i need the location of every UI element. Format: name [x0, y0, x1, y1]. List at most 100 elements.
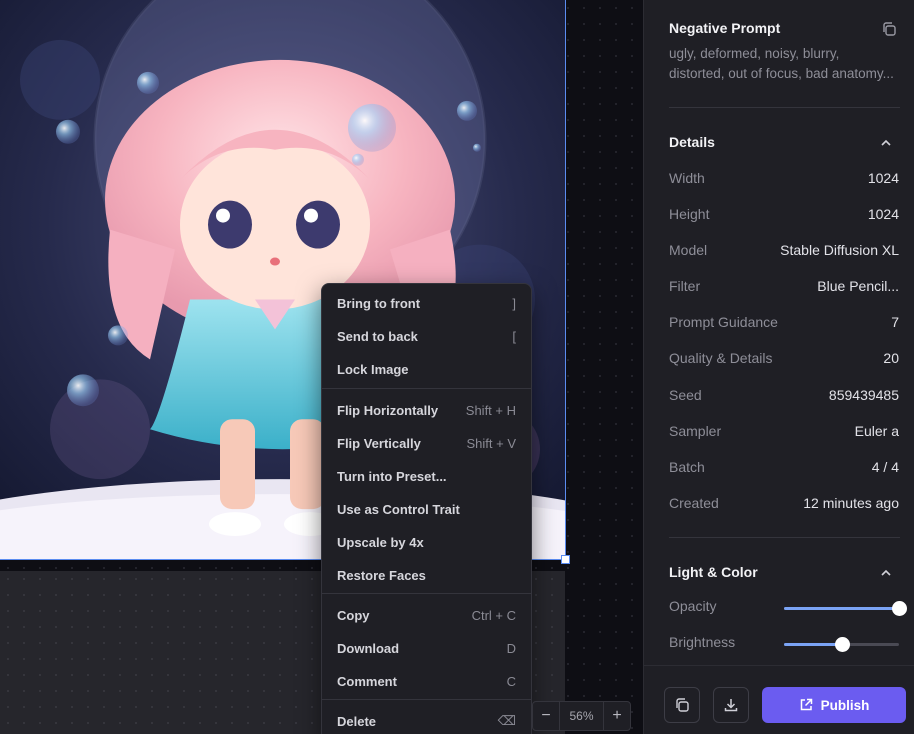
menu-item-label: Use as Control Trait — [337, 501, 460, 517]
detail-value: 12 minutes ago — [803, 495, 899, 511]
menu-item-download[interactable]: Download D — [322, 634, 531, 662]
menu-item-label: Send to back — [337, 328, 418, 344]
menu-item-bring-to-front[interactable]: Bring to front] — [322, 289, 531, 317]
menu-item-label: Flip Vertically — [337, 435, 421, 451]
opacity-row: Opacity — [669, 598, 907, 618]
menu-item-label: Bring to front — [337, 295, 421, 311]
menu-item-send-to-back[interactable]: Send to back [ — [322, 322, 531, 350]
brightness-slider[interactable] — [784, 637, 899, 652]
menu-item-flip-vertically[interactable]: Flip Vertically Shift + V — [322, 429, 531, 457]
section-divider — [669, 537, 900, 538]
resize-handle[interactable] — [561, 555, 570, 564]
zoom-level[interactable]: 56% — [559, 702, 604, 730]
menu-item-label: Download — [337, 640, 400, 656]
light-color-section-title[interactable]: Light & Color — [669, 564, 758, 580]
detail-row-filter: Filter Blue Pencil... — [669, 276, 899, 296]
menu-item-comment[interactable]: Comment C — [322, 667, 531, 695]
zoom-out-button[interactable]: − — [533, 702, 559, 730]
brightness-slider-knob[interactable] — [834, 637, 850, 652]
brightness-slider-fill — [784, 643, 842, 646]
menu-divider — [322, 593, 531, 594]
detail-value: Blue Pencil... — [817, 278, 899, 294]
context-menu: Bring to front] Send to back [ Lock Image… — [321, 283, 532, 734]
menu-divider — [322, 699, 531, 700]
menu-item-label: Restore Faces — [337, 567, 426, 583]
detail-key: Width — [669, 170, 705, 186]
detail-key: Created — [669, 495, 719, 511]
opacity-slider-fill — [784, 607, 899, 610]
panel-footer: Publish — [644, 665, 914, 734]
detail-key: Filter — [669, 278, 701, 294]
detail-row-batch: Batch 4 / 4 — [669, 457, 899, 477]
negative-prompt-line: distorted, out of focus, bad anatomy... — [669, 66, 894, 81]
menu-item-flip-horizontally[interactable]: Flip Horizontally Shift + H — [322, 396, 531, 424]
negative-prompt-line: ugly, deformed, noisy, blurry, — [669, 46, 840, 61]
chevron-up-icon[interactable] — [880, 567, 892, 579]
detail-value: 859439485 — [828, 387, 899, 403]
detail-row-sampler: Sampler Euler a — [669, 421, 899, 441]
detail-row-seed: Seed 859439485 — [669, 385, 899, 405]
detail-key: Sampler — [669, 423, 722, 439]
detail-key: Prompt Guidance — [669, 314, 778, 330]
menu-item-lock-image[interactable]: Lock Image — [322, 355, 531, 383]
opacity-slider-knob[interactable] — [892, 601, 907, 616]
detail-value: 4 / 4 — [871, 459, 899, 475]
menu-item-label: Delete — [337, 713, 377, 729]
external-link-icon — [800, 698, 812, 711]
zoom-in-button[interactable]: + — [604, 702, 630, 730]
detail-row-model: Model Stable Diffusion XL — [669, 240, 899, 260]
chevron-up-icon[interactable] — [880, 137, 892, 149]
menu-item-label: Turn into Preset... — [337, 468, 447, 484]
detail-key: Model — [669, 242, 708, 258]
duplicate-button[interactable] — [664, 687, 700, 723]
menu-item-shortcut: Shift + V — [466, 435, 517, 451]
menu-item-shortcut: D — [506, 640, 516, 656]
menu-item-shortcut: [ — [512, 328, 516, 344]
canvas[interactable]: Bring to front] Send to back [ Lock Image… — [0, 0, 643, 734]
menu-item-label: Upscale by 4x — [337, 534, 424, 550]
menu-item-shortcut: C — [506, 673, 516, 689]
menu-item-shortcut: Shift + H — [465, 402, 516, 418]
opacity-label: Opacity — [669, 598, 717, 614]
detail-value: 20 — [883, 350, 899, 366]
download-button[interactable] — [713, 687, 749, 723]
opacity-slider[interactable] — [784, 601, 907, 616]
detail-value: 7 — [891, 314, 899, 330]
details-panel: Negative Prompt ugly, deformed, noisy, b… — [643, 0, 914, 734]
brightness-label: Brightness — [669, 634, 736, 650]
download-icon — [724, 699, 738, 712]
duplicate-icon — [676, 698, 689, 712]
detail-value: Euler a — [854, 423, 899, 439]
publish-label: Publish — [820, 697, 870, 713]
detail-row-width: Width 1024 — [669, 168, 899, 188]
copy-icon[interactable] — [881, 21, 897, 37]
zoom-control: − 56% + — [532, 701, 631, 731]
detail-row-height: Height 1024 — [669, 204, 899, 224]
brightness-row: Brightness — [669, 634, 904, 654]
menu-item-label: Flip Horizontally — [337, 402, 439, 418]
menu-item-label: Lock Image — [337, 361, 409, 377]
detail-value: Stable Diffusion XL — [780, 242, 899, 258]
detail-row-prompt-guidance: Prompt Guidance 7 — [669, 312, 899, 332]
negative-prompt-text: ugly, deformed, noisy, blurry, distorted… — [669, 44, 905, 84]
menu-item-copy[interactable]: Copy Ctrl + C — [322, 601, 531, 629]
menu-divider — [322, 388, 531, 389]
detail-key: Height — [669, 206, 710, 222]
publish-button[interactable]: Publish — [762, 687, 906, 723]
menu-item-delete[interactable]: Delete ⌫ — [322, 707, 531, 734]
menu-item-label: Copy — [337, 607, 370, 623]
menu-item-upscale[interactable]: Upscale by 4x — [322, 528, 531, 556]
section-divider — [669, 107, 900, 108]
menu-item-shortcut: ] — [512, 295, 516, 311]
detail-row-quality: Quality & Details 20 — [669, 348, 899, 368]
backspace-icon: ⌫ — [497, 713, 516, 728]
negative-prompt-title: Negative Prompt — [669, 20, 781, 36]
detail-key: Batch — [669, 459, 705, 475]
detail-value: 1024 — [867, 206, 899, 222]
menu-item-use-as-control-trait[interactable]: Use as Control Trait — [322, 495, 531, 523]
menu-item-label: Comment — [337, 673, 397, 689]
menu-item-turn-into-preset[interactable]: Turn into Preset... — [322, 462, 531, 490]
menu-item-restore-faces[interactable]: Restore Faces — [322, 561, 531, 589]
detail-key: Seed — [669, 387, 702, 403]
details-section-title[interactable]: Details — [669, 134, 715, 150]
